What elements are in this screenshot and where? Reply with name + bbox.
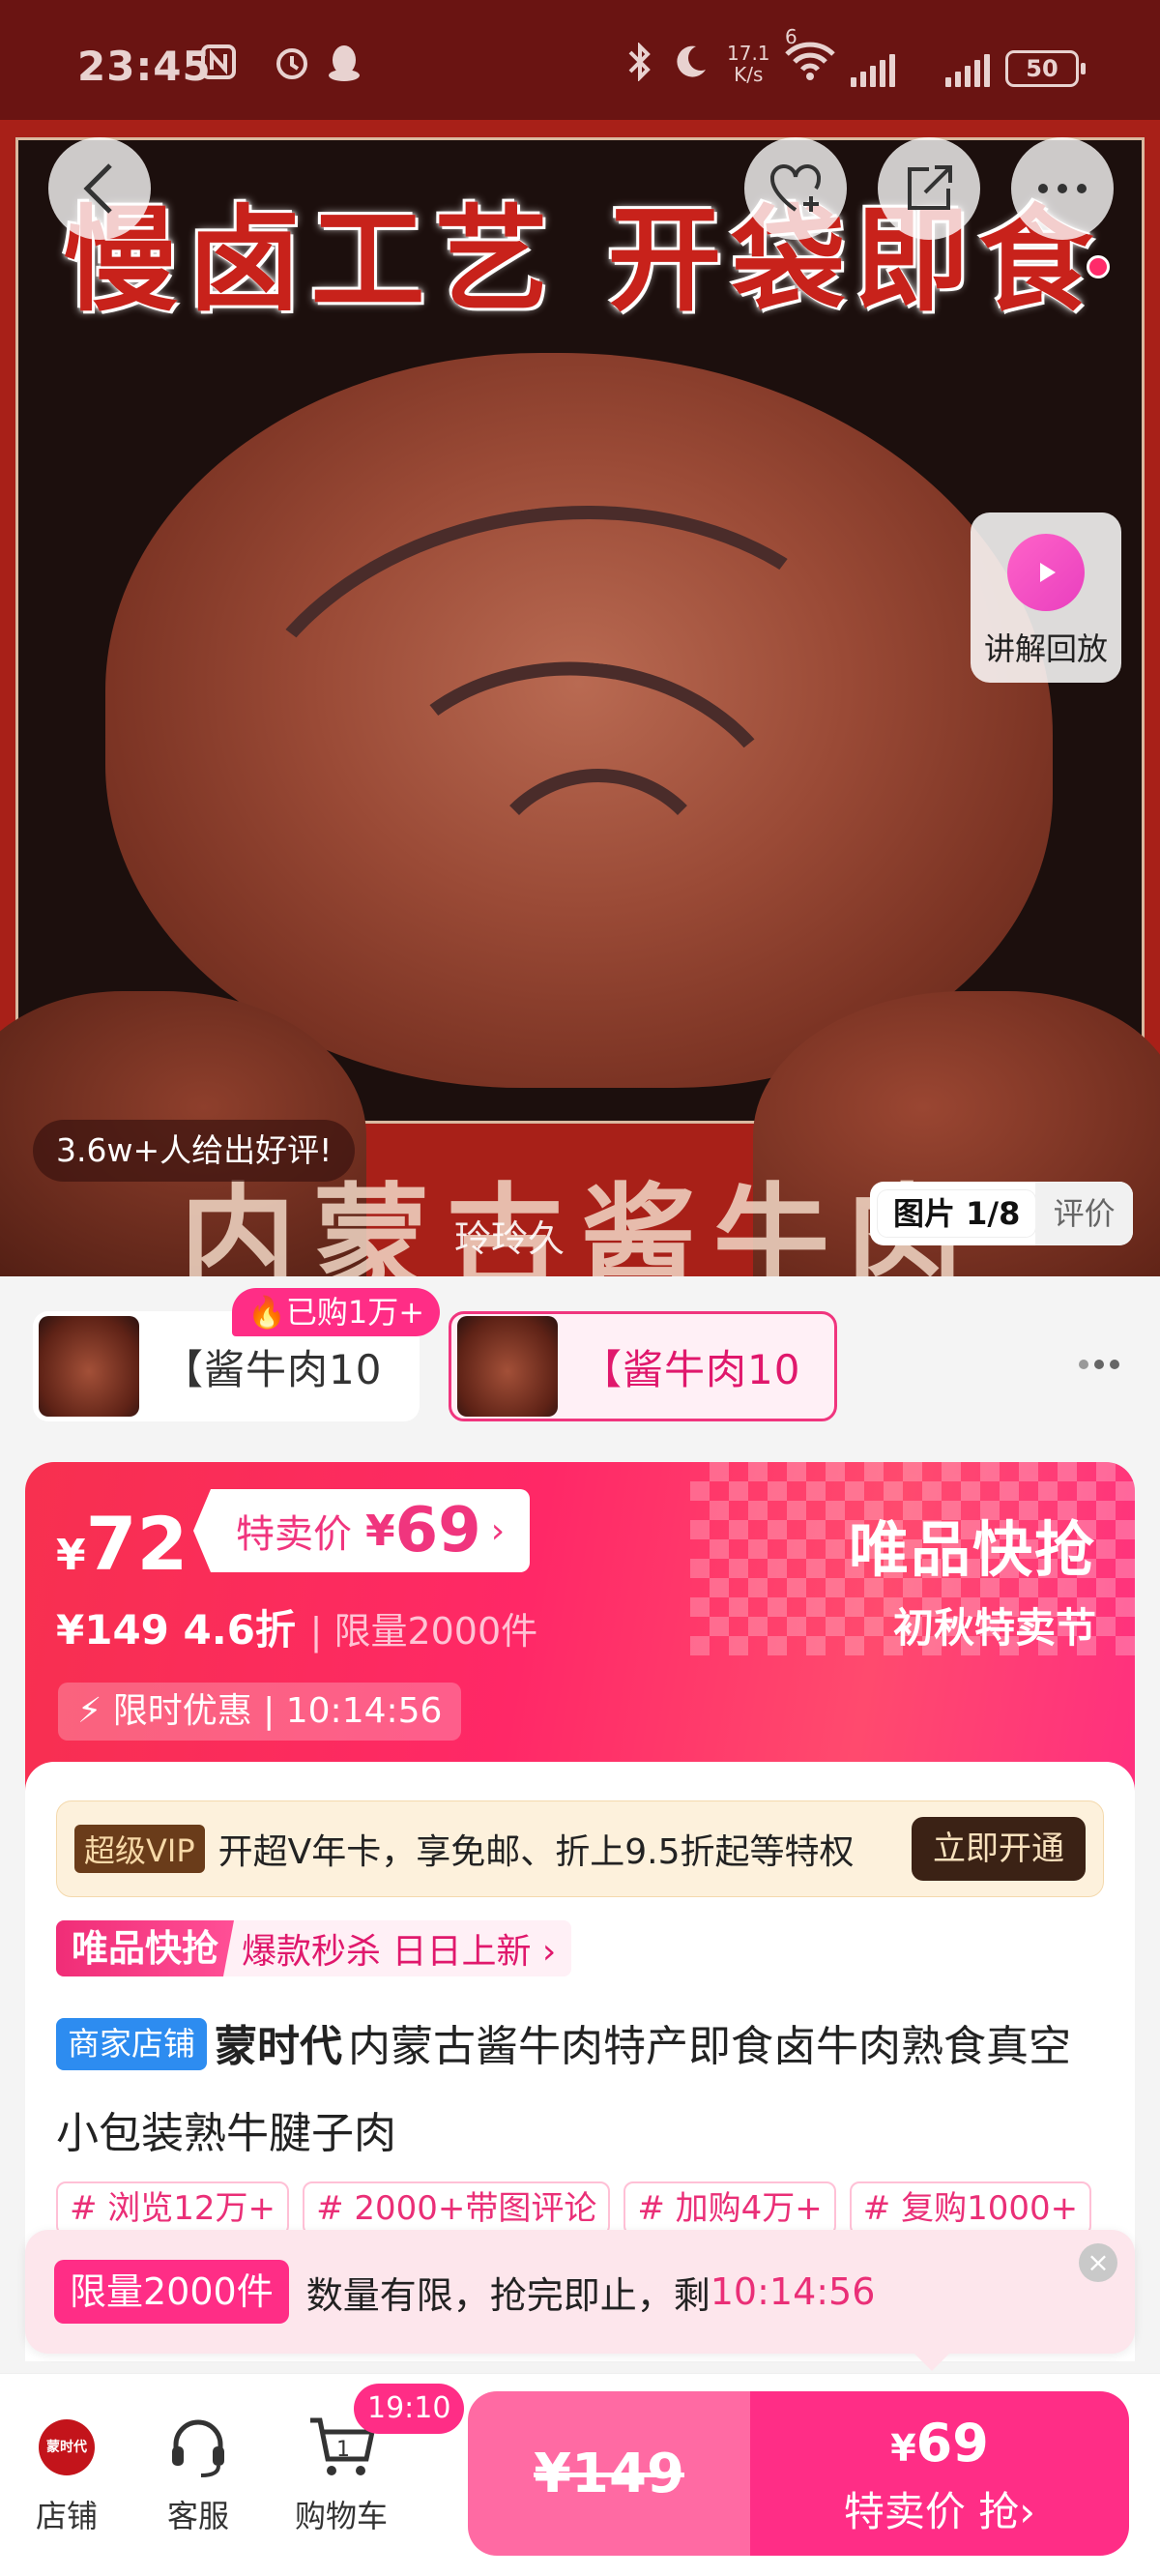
- close-icon[interactable]: ×: [1079, 2243, 1117, 2282]
- nfc-icon: [199, 43, 238, 90]
- sku-selector: 【酱牛肉10 🔥已购1万+ 【酱牛肉10: [0, 1276, 1160, 1450]
- back-arrow-icon: [83, 163, 112, 214]
- signal-icon-1: [851, 52, 895, 87]
- product-tags: # 浏览12万+ # 2000+带图评论 # 加购4万+ # 复购1000+: [56, 2181, 1110, 2236]
- event-brand: 唯品快抢 初秋特卖节: [848, 1514, 1096, 1652]
- buy-original-price-button[interactable]: ¥149: [468, 2391, 750, 2556]
- current-price: ¥72: [56, 1501, 188, 1587]
- bluetooth-icon: [626, 42, 653, 90]
- status-time: 23:45: [77, 43, 212, 90]
- heart-plus-icon: [769, 164, 822, 212]
- promo-row[interactable]: 唯品快抢 爆款秒杀 日日上新 ›: [56, 1920, 572, 1976]
- bought-badge: 🔥已购1万+: [232, 1288, 441, 1336]
- buy-special-price-button[interactable]: ¥69 特卖价 抢›: [750, 2391, 1129, 2556]
- cart-count: 1: [336, 2438, 350, 2462]
- shop-badge: 商家店铺: [56, 2018, 207, 2070]
- buy-buttons: ¥149 ¥69 特卖价 抢›: [468, 2391, 1129, 2556]
- original-price-row: ¥149 4.6折 | 限量2000件: [56, 1606, 538, 1654]
- play-circle-icon: [1007, 534, 1085, 611]
- cart-label: 购物车: [294, 2498, 388, 2534]
- back-button[interactable]: [48, 137, 151, 240]
- more-button[interactable]: [1011, 137, 1114, 240]
- replay-label: 讲解回放: [983, 630, 1108, 667]
- customer-service-button[interactable]: 客服: [135, 2413, 261, 2536]
- sku-thumbnail: [39, 1316, 139, 1417]
- battery-indicator: 50: [1005, 50, 1086, 87]
- chevron-right-icon: ›: [490, 1510, 506, 1551]
- limited-quantity-banner: 限量2000件 数量有限，抢完即止，剩 10:14:56 ×: [25, 2230, 1135, 2371]
- vip-banner[interactable]: 超级VIP 开超V年卡，享免邮、折上9.5折起等特权 立即开通: [56, 1800, 1104, 1897]
- product-tag[interactable]: # 加购4万+: [624, 2181, 836, 2236]
- shop-nav-button[interactable]: 蒙时代 店铺: [4, 2413, 130, 2536]
- status-bar: 23:45 17.1 K/s 6 50: [0, 0, 1160, 120]
- hero-watermark: 玲玲久: [454, 1217, 566, 1260]
- product-title-text: 内蒙古酱牛肉特产即食卤牛肉熟食真空小包装熟牛腱子肉: [56, 2022, 1071, 2158]
- wifi-icon: 6: [783, 25, 837, 90]
- favorite-button[interactable]: [744, 137, 847, 240]
- promo-text: 爆款秒杀 日日上新 ›: [242, 1932, 557, 1972]
- sku-label: 【酱牛肉10: [162, 1345, 383, 1393]
- headset-icon: [135, 2413, 261, 2482]
- more-dots-icon: [1038, 184, 1087, 193]
- beef-photo: [105, 353, 1053, 1088]
- vip-text: 开超V年卡，享免邮、折上9.5折起等特权: [218, 1832, 855, 1872]
- promo-label: 唯品快抢: [56, 1920, 235, 1976]
- shop-logo: 蒙时代: [39, 2419, 95, 2475]
- flash-sale-timer: ⚡ 限时优惠 | 10:14:56: [58, 1683, 462, 1741]
- alarm-icon: [273, 43, 311, 90]
- share-button[interactable]: [878, 137, 980, 240]
- notification-dot: [1087, 255, 1110, 278]
- vip-badge: 超级VIP: [74, 1825, 205, 1873]
- special-price-tag[interactable]: 特卖价 ¥69 ›: [193, 1489, 531, 1572]
- bottom-action-bar: 蒙时代 店铺 客服 1 购物车 19:10 ¥149 ¥69 特卖价 抢›: [0, 2373, 1160, 2576]
- product-tag[interactable]: # 复购1000+: [849, 2181, 1092, 2236]
- more-sku-dots-icon[interactable]: [1079, 1360, 1119, 1369]
- moon-icon: [671, 43, 710, 90]
- product-tag[interactable]: # 浏览12万+: [56, 2181, 290, 2236]
- product-brand: 蒙时代: [215, 2022, 342, 2071]
- sku-option-selected[interactable]: 【酱牛肉10: [449, 1311, 837, 1421]
- customer-service-label: 客服: [166, 2498, 229, 2534]
- review-tab[interactable]: 评价: [1035, 1182, 1133, 1245]
- limited-countdown: 10:14:56: [710, 2270, 876, 2313]
- signal-icon-2: [945, 52, 990, 87]
- vip-open-button[interactable]: 立即开通: [912, 1817, 1086, 1881]
- review-count-pill: 3.6w+人给出好评!: [33, 1120, 356, 1182]
- image-counter[interactable]: 图片 1/8 评价: [870, 1182, 1133, 1245]
- product-title: 商家店铺 蒙时代 内蒙古酱牛肉特产即食卤牛肉熟食真空小包装熟牛腱子肉: [56, 2004, 1100, 2178]
- product-hero-image[interactable]: 慢卤工艺 开袋即食 内蒙古酱牛肉 玲玲久 3.6w+人给出好评! 讲解回放 图片…: [0, 120, 1160, 1276]
- replay-button[interactable]: 讲解回放: [971, 512, 1121, 683]
- image-counter-label[interactable]: 图片 1/8: [878, 1190, 1036, 1237]
- cart-timer-badge: 19:10: [354, 2384, 465, 2434]
- limited-text: 数量有限，抢完即止，剩: [305, 2273, 710, 2317]
- net-speed: 17.1 K/s: [727, 42, 770, 86]
- qq-icon: [325, 43, 363, 92]
- sku-thumbnail: [457, 1316, 558, 1417]
- limited-label: 限量2000件: [54, 2260, 289, 2324]
- shop-nav-label: 店铺: [35, 2498, 98, 2534]
- sku-label: 【酱牛肉10: [581, 1345, 801, 1393]
- share-icon: [908, 165, 952, 210]
- product-tag[interactable]: # 2000+带图评论: [303, 2181, 611, 2236]
